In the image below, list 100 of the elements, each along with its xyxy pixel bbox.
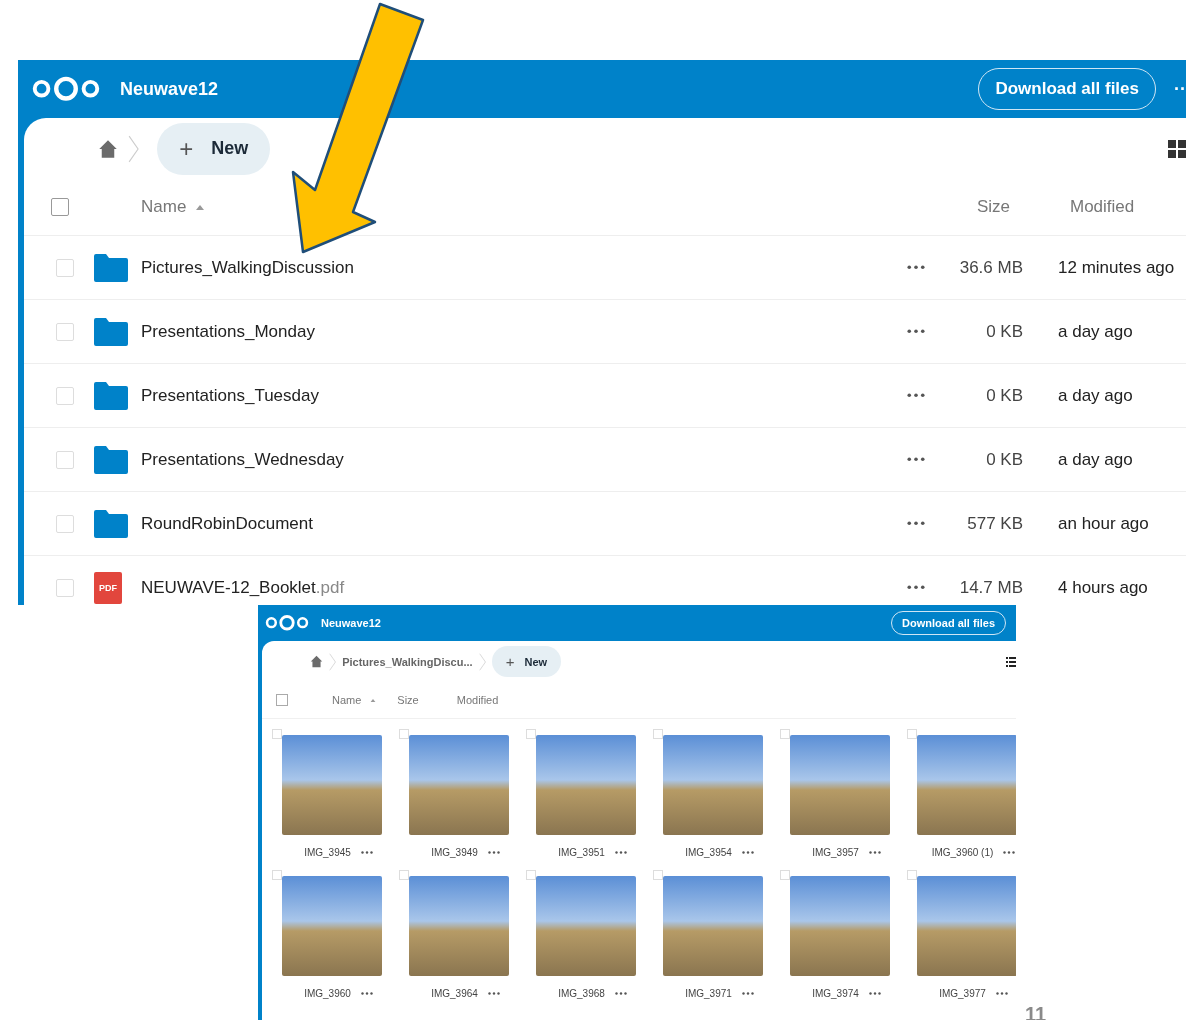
- photo-checkbox[interactable]: [780, 729, 790, 739]
- chevron-icon: [478, 652, 486, 671]
- more-icon[interactable]: [487, 992, 500, 995]
- row-checkbox[interactable]: [56, 450, 74, 469]
- photo-name[interactable]: IMG_3968: [558, 988, 605, 999]
- photo-checkbox[interactable]: [399, 729, 409, 739]
- photo-placeholder[interactable]: [916, 876, 1016, 976]
- file-size: 36.6 MB: [958, 257, 1024, 278]
- photo-checkbox[interactable]: [526, 729, 536, 739]
- download-all-button[interactable]: Download all files: [978, 68, 1156, 110]
- photo-name[interactable]: IMG_3960: [304, 988, 351, 999]
- more-icon[interactable]: [741, 992, 754, 995]
- photo-placeholder[interactable]: [789, 876, 890, 976]
- more-icon[interactable]: [907, 585, 925, 590]
- select-all-checkbox[interactable]: [51, 198, 69, 216]
- modified-time: a day ago: [1057, 385, 1134, 406]
- more-icon[interactable]: [907, 329, 925, 334]
- photo-checkbox[interactable]: [399, 870, 409, 880]
- row-checkbox[interactable]: [56, 386, 74, 405]
- photo-placeholder[interactable]: [789, 735, 890, 835]
- more-icon[interactable]: [360, 992, 373, 995]
- photo-placeholder[interactable]: [535, 876, 636, 976]
- more-icon[interactable]: [1003, 851, 1016, 854]
- photo-placeholder[interactable]: [535, 735, 636, 835]
- photo-name[interactable]: IMG_3957: [812, 847, 859, 858]
- grid-view-icon[interactable]: [1168, 139, 1186, 158]
- row-checkbox[interactable]: [56, 322, 74, 341]
- more-icon[interactable]: [741, 851, 754, 854]
- file-name[interactable]: Pictures_WalkingDiscussion: [141, 257, 886, 278]
- photo-placeholder[interactable]: [662, 876, 763, 976]
- folder-icon: [94, 445, 128, 474]
- more-icon[interactable]: [487, 851, 500, 854]
- more-icon[interactable]: [614, 992, 627, 995]
- photo-checkbox[interactable]: [526, 870, 536, 880]
- new-button[interactable]: + New: [157, 122, 271, 175]
- photo-name[interactable]: IMG_3964: [431, 988, 478, 999]
- file-name[interactable]: NEUWAVE-12_Booklet.pdf: [141, 577, 886, 598]
- app-title: Neuwave12: [321, 617, 382, 629]
- logo-icon: [264, 614, 310, 632]
- app-title: Neuwave12: [120, 78, 220, 100]
- more-menu[interactable]: ··: [1174, 78, 1186, 100]
- photo-checkbox[interactable]: [907, 729, 917, 739]
- file-size: 0 KB: [985, 449, 1024, 470]
- home-icon[interactable]: [310, 655, 323, 668]
- photo-checkbox[interactable]: [653, 870, 663, 880]
- select-all-checkbox[interactable]: [276, 694, 288, 706]
- file-size: 0 KB: [985, 385, 1024, 406]
- new-button[interactable]: + New: [491, 646, 562, 677]
- name-column-header[interactable]: Name: [141, 197, 187, 217]
- file-name[interactable]: RoundRobinDocument: [141, 513, 886, 534]
- photo-placeholder[interactable]: [662, 735, 763, 835]
- photo-name[interactable]: IMG_3974: [812, 988, 859, 999]
- size-column-header[interactable]: Size: [946, 197, 1056, 217]
- more-icon[interactable]: [907, 393, 925, 398]
- modified-column-header[interactable]: Modified: [1056, 197, 1186, 217]
- name-column-header[interactable]: Name: [332, 694, 362, 706]
- photo-checkbox[interactable]: [653, 729, 663, 739]
- folder-icon: [94, 253, 128, 282]
- modified-time: 4 hours ago: [1057, 577, 1149, 598]
- more-icon[interactable]: [907, 457, 925, 462]
- row-checkbox[interactable]: [56, 258, 74, 277]
- modified-column-header[interactable]: Modified: [456, 694, 499, 706]
- folder-icon: [94, 317, 128, 346]
- more-icon[interactable]: [868, 992, 881, 995]
- download-all-button[interactable]: Download all files: [891, 611, 1006, 635]
- more-icon[interactable]: [995, 992, 1008, 995]
- photo-placeholder[interactable]: [408, 735, 509, 835]
- more-icon[interactable]: [614, 851, 627, 854]
- home-icon[interactable]: [98, 138, 118, 159]
- photo-checkbox[interactable]: [907, 870, 917, 880]
- photo-name[interactable]: IMG_3954: [685, 847, 732, 858]
- modified-time: a day ago: [1057, 321, 1134, 342]
- pdf-icon: PDF: [94, 571, 122, 604]
- file-name[interactable]: Presentations_Wednesday: [141, 449, 886, 470]
- photo-name[interactable]: IMG_3945: [304, 847, 351, 858]
- photo-name[interactable]: IMG_3971: [685, 988, 732, 999]
- photo-placeholder[interactable]: [916, 735, 1016, 835]
- file-name[interactable]: Presentations_Monday: [141, 321, 886, 342]
- photo-name[interactable]: IMG_3960 (1): [931, 847, 994, 858]
- modified-time: an hour ago: [1057, 513, 1150, 534]
- more-icon[interactable]: [907, 265, 925, 270]
- photo-name[interactable]: IMG_3951: [558, 847, 605, 858]
- photo-placeholder[interactable]: [281, 876, 382, 976]
- photo-checkbox[interactable]: [780, 870, 790, 880]
- photo-name[interactable]: IMG_3949: [431, 847, 478, 858]
- breadcrumb-link[interactable]: Pictures_WalkingDiscu...: [342, 655, 473, 668]
- more-icon[interactable]: [907, 521, 925, 526]
- photo-name[interactable]: IMG_3977: [939, 988, 986, 999]
- photo-placeholder[interactable]: [408, 876, 509, 976]
- size-column-header[interactable]: Size: [397, 694, 419, 706]
- more-icon[interactable]: [868, 851, 881, 854]
- row-checkbox[interactable]: [56, 514, 74, 533]
- row-checkbox[interactable]: [56, 578, 74, 597]
- list-view-icon[interactable]: [1006, 656, 1016, 667]
- file-name[interactable]: Presentations_Tuesday: [141, 385, 886, 406]
- photo-placeholder[interactable]: [281, 735, 382, 835]
- photo-checkbox[interactable]: [272, 870, 282, 880]
- photo-checkbox[interactable]: [272, 729, 282, 739]
- more-icon[interactable]: [360, 851, 373, 854]
- logo-icon: [30, 75, 102, 103]
